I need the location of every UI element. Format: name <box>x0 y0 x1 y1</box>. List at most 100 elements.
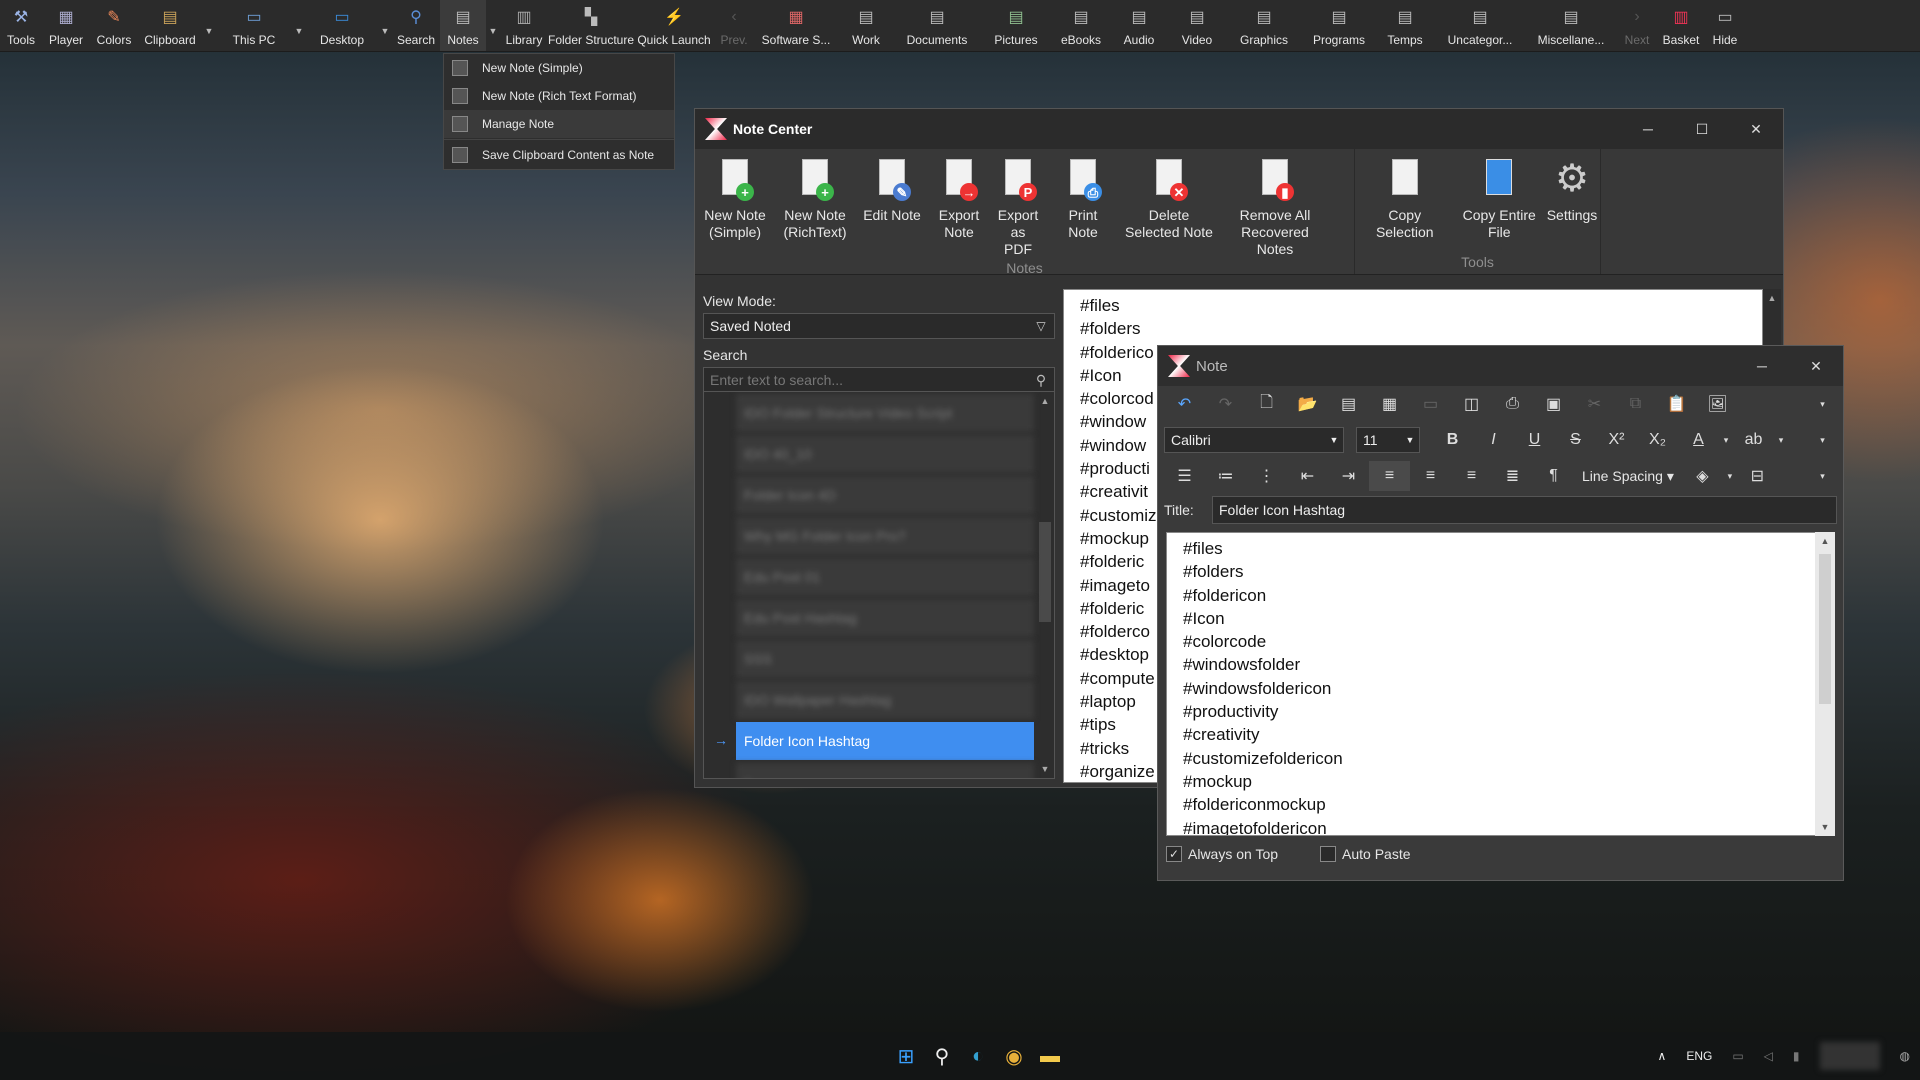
toolbar-colors-button[interactable]: ✎ Colors <box>90 0 138 51</box>
scrollbar-thumb[interactable] <box>1039 522 1051 622</box>
strikethrough-icon[interactable]: S <box>1555 425 1596 455</box>
scroll-down-arrow-icon[interactable]: ▼ <box>1815 818 1835 836</box>
redo-icon[interactable]: ↷ <box>1205 389 1246 419</box>
note-list-item[interactable]: SSS <box>736 640 1034 678</box>
scrollbar-thumb[interactable] <box>1819 554 1831 704</box>
toolbar-programs-button[interactable]: ▤ Programs <box>1302 0 1376 51</box>
cut-icon[interactable]: ✂ <box>1574 389 1615 419</box>
ribbon-new-note-simple-button[interactable]: + New Note (Simple) <box>695 149 775 258</box>
toolbar-overflow-icon[interactable]: ▾ <box>1802 389 1843 419</box>
paste-icon[interactable]: 📋 <box>1656 389 1697 419</box>
search-icon[interactable]: ⚲ <box>924 1038 960 1074</box>
toolbar-video-button[interactable]: ▤ Video <box>1168 0 1226 51</box>
toolbar-folder-structure-button[interactable]: ▚ Folder Structure <box>548 0 634 51</box>
ribbon-export-as-pdf-button[interactable]: P Export as PDF <box>989 149 1047 258</box>
ribbon-delete-selected-note-button[interactable]: ✕ Delete Selected Note <box>1119 149 1219 258</box>
toolbar-documents-button[interactable]: ▤ Documents <box>894 0 980 51</box>
note-search-input[interactable]: Enter text to search... ⚲ <box>703 367 1055 393</box>
ribbon-remove-all-recovered-notes-button[interactable]: ▮ Remove All Recovered Notes <box>1219 149 1331 258</box>
fill-color-icon[interactable]: ◈ <box>1682 461 1723 491</box>
toolbar-library-button[interactable]: ▥ Library <box>500 0 548 51</box>
numbered-list-icon[interactable]: ≔ <box>1205 461 1246 491</box>
note-list-scrollbar[interactable]: ▲ ▼ <box>1036 392 1054 778</box>
multilevel-list-icon[interactable]: ⋮ <box>1246 461 1287 491</box>
ribbon-settings-button[interactable]: ⚙ Settings <box>1544 149 1600 252</box>
note-list-item[interactable]: IDO Folder Structure Video Script <box>736 394 1034 432</box>
superscript-icon[interactable]: X² <box>1596 425 1637 455</box>
ribbon-copy-selection-button[interactable]: Copy Selection <box>1355 149 1454 252</box>
bold-icon[interactable]: B <box>1432 425 1473 455</box>
note-center-titlebar[interactable]: Note Center ─ ☐ ✕ <box>695 109 1783 149</box>
ribbon-edit-note-button[interactable]: ✎ Edit Note <box>855 149 929 258</box>
note-list-item[interactable]: Folder Icon 4D <box>736 476 1034 514</box>
close-button[interactable]: ✕ <box>1789 346 1843 386</box>
toolbar-search-button[interactable]: ⚲ Search <box>392 0 440 51</box>
chevron-down-icon[interactable]: ▾ <box>1723 461 1737 491</box>
toolbar-player-button[interactable]: ▦ Player <box>42 0 90 51</box>
font-size-select[interactable]: 11 ▼ <box>1356 427 1420 453</box>
toolbar-desktop-button[interactable]: ▭ Desktop <box>306 0 378 51</box>
new-document-icon[interactable]: 🗋 <box>1246 389 1287 419</box>
toolbar-pictures-button[interactable]: ▤ Pictures <box>980 0 1052 51</box>
chevron-down-icon[interactable]: ▼ <box>378 0 392 51</box>
maximize-button[interactable]: ☐ <box>1675 109 1729 149</box>
decrease-indent-icon[interactable]: ⇤ <box>1287 461 1328 491</box>
subscript-icon[interactable]: X₂ <box>1637 425 1678 455</box>
view-mode-dropdown[interactable]: Saved Noted ▽ <box>703 313 1055 339</box>
justify-icon[interactable]: ≣ <box>1492 461 1533 491</box>
toolbar-work-button[interactable]: ▤ Work <box>838 0 894 51</box>
ribbon-new-note-richtext-button[interactable]: + New Note (RichText) <box>775 149 855 258</box>
battery-icon[interactable]: ▮ <box>1793 1049 1800 1063</box>
toolbar-this-pc-button[interactable]: ▭ This PC <box>216 0 292 51</box>
scroll-up-arrow-icon[interactable]: ▲ <box>1815 532 1835 550</box>
save-disk-icon[interactable]: ▭ <box>1410 389 1451 419</box>
clock[interactable] <box>1819 1042 1880 1070</box>
note-title-input[interactable]: Folder Icon Hashtag <box>1212 496 1837 524</box>
toolbar-uncategor-button[interactable]: ▤ Uncategor... <box>1434 0 1526 51</box>
note-list-item[interactable]: Edu Post 01 <box>736 558 1034 596</box>
note-editor-scrollbar[interactable]: ▲ ▼ <box>1815 532 1835 836</box>
menu-new-note-rtf[interactable]: New Note (Rich Text Format) <box>444 82 674 110</box>
toolbar-hide-button[interactable]: ▭ Hide <box>1704 0 1746 51</box>
note-list-item[interactable]: IDO 40_10 <box>736 435 1034 473</box>
note-titlebar[interactable]: Note ─ ✕ <box>1158 346 1843 386</box>
ribbon-copy-entire-file-button[interactable]: Copy Entire File <box>1454 149 1544 252</box>
toolbar-overflow-icon[interactable]: ▾ <box>1802 461 1843 491</box>
toolbar-prev-button[interactable]: ‹ Prev. <box>714 0 754 51</box>
note-list-item[interactable]: c... <box>736 763 1034 778</box>
toolbar-notes-button[interactable]: ▤ Notes <box>440 0 486 51</box>
chevron-down-icon[interactable]: ▼ <box>292 0 306 51</box>
toolbar-miscellane-button[interactable]: ▤ Miscellane... <box>1526 0 1616 51</box>
align-right-icon[interactable]: ≡ <box>1451 461 1492 491</box>
insert-image-icon[interactable]: 🖼 <box>1697 389 1738 419</box>
edge-browser-icon[interactable]: ◐ <box>960 1038 996 1074</box>
copy-icon[interactable]: ⧉ <box>1615 389 1656 419</box>
align-left-icon[interactable]: ≡ <box>1369 461 1410 491</box>
font-family-select[interactable]: Calibri ▼ <box>1164 427 1344 453</box>
print-preview-icon[interactable]: ▣ <box>1533 389 1574 419</box>
italic-icon[interactable]: I <box>1473 425 1514 455</box>
search-icon[interactable]: ⚲ <box>1028 372 1054 389</box>
bullet-list-icon[interactable]: ☰ <box>1164 461 1205 491</box>
paragraph-settings-icon[interactable]: ⊟ <box>1737 461 1778 491</box>
note-list-item[interactable]: Why MG Folder Icon Pro? <box>736 517 1034 555</box>
font-color-icon[interactable]: A <box>1678 425 1719 455</box>
toolbar-next-button[interactable]: › Next <box>1616 0 1658 51</box>
ribbon-export-note-button[interactable]: → Export Note <box>929 149 989 258</box>
notification-icon[interactable]: ◍ <box>1900 1049 1910 1063</box>
toolbar-graphics-button[interactable]: ▤ Graphics <box>1226 0 1302 51</box>
undo-icon[interactable]: ↶ <box>1164 389 1205 419</box>
line-spacing-button[interactable]: Line Spacing ▾ <box>1574 468 1682 485</box>
scroll-up-arrow-icon[interactable]: ▲ <box>1763 289 1781 307</box>
note-editor-area[interactable]: #files #folders #foldericon #Icon #colorcode… <box>1166 532 1834 836</box>
toolbar-clipboard-button[interactable]: ▤ Clipboard <box>138 0 202 51</box>
scroll-up-arrow-icon[interactable]: ▲ <box>1036 392 1054 410</box>
volume-icon[interactable]: ◁ <box>1764 1049 1773 1063</box>
chevron-down-icon[interactable]: ▾ <box>1719 425 1733 455</box>
open-folder-icon[interactable]: 📂 <box>1287 389 1328 419</box>
tray-overflow-icon[interactable]: ∧ <box>1658 1049 1667 1063</box>
minimize-button[interactable]: ─ <box>1735 346 1789 386</box>
windows-start-icon[interactable]: ⊞ <box>888 1038 924 1074</box>
close-button[interactable]: ✕ <box>1729 109 1783 149</box>
toolbar-audio-button[interactable]: ▤ Audio <box>1110 0 1168 51</box>
